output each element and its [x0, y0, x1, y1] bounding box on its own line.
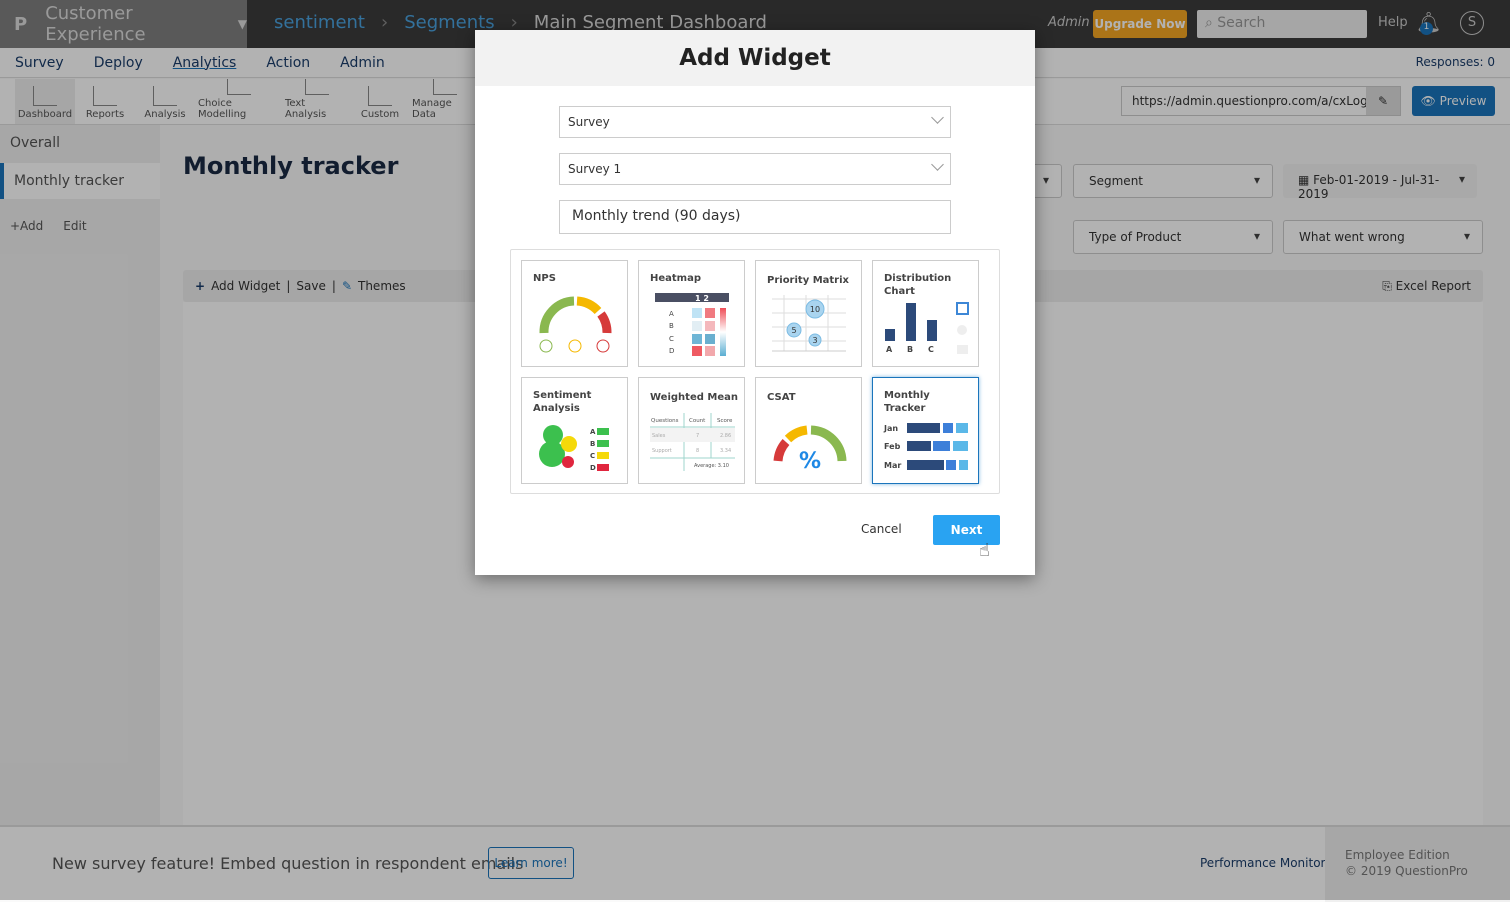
widget-csat[interactable]: CSAT % — [755, 377, 862, 484]
widget-priority-matrix[interactable]: Priority Matrix 10 5 3 — [755, 260, 862, 367]
svg-text:Questions: Questions — [651, 418, 679, 424]
heatmap-icon: 1 2 ABCD — [655, 293, 729, 356]
monthly-tracker-icon: Jan Feb Mar — [883, 423, 968, 470]
widget-sentiment-analysis[interactable]: Sentiment Analysis ABCD — [521, 377, 628, 484]
dialog-title: Add Widget — [475, 30, 1035, 86]
survey-type-select[interactable]: Survey — [559, 106, 951, 138]
svg-text:A: A — [590, 428, 596, 436]
svg-text:Sales: Sales — [652, 433, 666, 439]
distribution-chart-icon: A B C — [885, 302, 969, 354]
add-widget-dialog: Add Widget Survey Survey 1 Monthly trend… — [475, 30, 1035, 575]
svg-text:3: 3 — [812, 336, 817, 345]
svg-text:Support: Support — [652, 448, 672, 454]
survey-select[interactable]: Survey 1 — [559, 153, 951, 185]
svg-text:B: B — [590, 440, 595, 448]
priority-matrix-icon: 10 5 3 — [772, 295, 846, 352]
chevron-down-icon — [931, 158, 944, 171]
svg-text:10: 10 — [810, 305, 820, 314]
widget-type-grid: NPS Heatmap 1 2 ABCD Priority Matrix 10 5… — [510, 249, 1000, 494]
svg-text:C: C — [669, 335, 674, 343]
svg-text:Score: Score — [717, 418, 733, 424]
svg-text:%: % — [799, 449, 821, 474]
svg-text:A: A — [669, 310, 674, 318]
widget-nps[interactable]: NPS — [521, 260, 628, 367]
widget-weighted-mean[interactable]: Weighted Mean Questions Count Score Sales 7… — [638, 377, 745, 484]
svg-text:Feb: Feb — [884, 442, 901, 451]
svg-text:C: C — [590, 452, 595, 460]
hand-cursor-icon: ☝︎ — [979, 540, 990, 561]
svg-text:D: D — [669, 347, 674, 355]
svg-text:B: B — [669, 322, 674, 330]
svg-text:8: 8 — [696, 448, 699, 454]
svg-text:7: 7 — [696, 433, 699, 439]
svg-text:Average: 3.10: Average: 3.10 — [694, 463, 729, 469]
widget-distribution-chart[interactable]: Distribution Chart ABC — [872, 260, 979, 367]
cancel-button[interactable]: Cancel — [861, 522, 902, 536]
chevron-down-icon — [931, 111, 944, 124]
weighted-mean-table-icon: Questions Count Score Sales 7 2.86 Support 8 3… — [650, 413, 735, 471]
svg-text:5: 5 — [791, 326, 796, 335]
svg-text:1 2: 1 2 — [695, 294, 709, 303]
svg-text:Count: Count — [689, 418, 706, 424]
sentiment-bubbles-icon: ABCD — [539, 425, 609, 472]
svg-text:3.34: 3.34 — [720, 448, 731, 454]
svg-text:Jan: Jan — [883, 424, 898, 433]
svg-text:2.86: 2.86 — [720, 433, 731, 439]
widget-heatmap[interactable]: Heatmap 1 2 ABCD — [638, 260, 745, 367]
svg-text:D: D — [590, 464, 596, 472]
widget-name-input[interactable]: Monthly trend (90 days) — [559, 200, 951, 234]
svg-text:A: A — [886, 345, 893, 354]
csat-gauge-icon: % — [773, 425, 847, 474]
widget-monthly-tracker[interactable]: Monthly Tracker Jan Feb Mar — [872, 377, 979, 484]
svg-text:B: B — [907, 345, 913, 354]
svg-text:C: C — [928, 345, 934, 354]
svg-text:Mar: Mar — [884, 461, 901, 470]
nps-gauge-icon — [539, 296, 612, 353]
